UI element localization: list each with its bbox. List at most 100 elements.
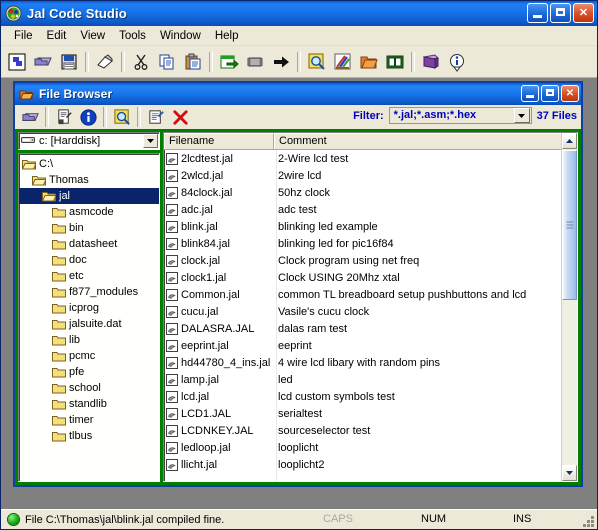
tree-node[interactable]: f877_modules	[19, 284, 159, 300]
table-row[interactable]: lamp.jal led	[164, 371, 577, 388]
table-row[interactable]: lcd.jal lcd custom symbols test	[164, 388, 577, 405]
tree-node[interactable]: jalsuite.dat	[19, 316, 159, 332]
print-icon[interactable]	[92, 49, 118, 75]
tree-node-label: pfe	[69, 366, 85, 378]
table-row[interactable]: clock.jal Clock program using net freq	[164, 252, 577, 269]
menu-view[interactable]: View	[73, 28, 112, 44]
preview-icon[interactable]	[110, 106, 134, 128]
tree-node[interactable]: pfe	[19, 364, 159, 380]
delete-icon[interactable]	[168, 106, 192, 128]
open-file-icon[interactable]	[30, 49, 56, 75]
tree-node[interactable]: C:\	[19, 156, 159, 172]
table-row[interactable]: adc.jal adc test	[164, 201, 577, 218]
open-folder-icon[interactable]	[18, 106, 42, 128]
scroll-up-button[interactable]	[562, 133, 577, 149]
library-icon[interactable]	[418, 49, 444, 75]
chevron-down-icon[interactable]	[513, 108, 530, 123]
file-list-header: Filename Comment	[164, 133, 577, 150]
tree-node[interactable]: etc	[19, 268, 159, 284]
app-title: Jal Code Studio	[27, 6, 127, 21]
tree-node[interactable]: school	[19, 380, 159, 396]
book-open-icon[interactable]	[382, 49, 408, 75]
file-name-text: ledloop.jal	[181, 441, 231, 454]
tree-node[interactable]: datasheet	[19, 236, 159, 252]
table-row[interactable]: 2wlcd.jal 2wire lcd	[164, 167, 577, 184]
scroll-down-button[interactable]	[562, 465, 577, 481]
table-row[interactable]: Common.jal common TL breadboard setup pus…	[164, 286, 577, 303]
about-info-icon[interactable]	[444, 49, 470, 75]
drive-chevron-down-icon[interactable]	[143, 134, 158, 148]
tree-node[interactable]: standlib	[19, 396, 159, 412]
menu-window[interactable]: Window	[153, 28, 208, 44]
table-row[interactable]: LCDNKEY.JAL sourceselector test	[164, 422, 577, 439]
chip-icon[interactable]	[242, 49, 268, 75]
table-row[interactable]: DALASRA.JAL dalas ram test	[164, 320, 577, 337]
tree-node[interactable]: lib	[19, 332, 159, 348]
table-row[interactable]: ledloop.jal looplicht	[164, 439, 577, 456]
child-maximize-button[interactable]	[541, 85, 559, 102]
menu-tools[interactable]: Tools	[112, 28, 153, 44]
file-browser-icon[interactable]	[356, 49, 382, 75]
directory-tree[interactable]: C:\ Thomas jal asmcode bin datasheet doc etc f87…	[18, 153, 160, 482]
tree-node[interactable]: doc	[19, 252, 159, 268]
maximize-button[interactable]	[550, 3, 571, 23]
status-ins: INS	[513, 513, 532, 525]
table-row[interactable]: clock1.jal Clock USING 20Mhz xtal	[164, 269, 577, 286]
column-header-filename[interactable]: Filename	[164, 133, 274, 149]
minimize-button[interactable]	[527, 3, 548, 23]
table-row[interactable]: eeprint.jal eeprint	[164, 337, 577, 354]
file-count-label: 37 Files	[536, 109, 577, 122]
folder-window-icon	[19, 87, 34, 102]
file-name-text: lamp.jal	[181, 373, 219, 386]
table-row[interactable]: blink.jal blinking led example	[164, 218, 577, 235]
status-led-icon	[8, 514, 19, 525]
child-close-button[interactable]: ✕	[561, 85, 579, 102]
table-row[interactable]: 84clock.jal 50hz clock	[164, 184, 577, 201]
table-row[interactable]: LCD1.JAL serialtest	[164, 405, 577, 422]
folder-icon	[52, 270, 66, 282]
file-listview[interactable]: Filename Comment 2lcdtest.jal 2-Wire lcd …	[163, 132, 578, 482]
tree-node[interactable]: jal	[19, 188, 159, 204]
table-row[interactable]: blink84.jal blinking led for pic16f84	[164, 235, 577, 252]
tree-node[interactable]: icprog	[19, 300, 159, 316]
folder-icon	[52, 430, 66, 442]
menu-file[interactable]: File	[7, 28, 40, 44]
table-row[interactable]: 2lcdtest.jal 2-Wire lcd test	[164, 150, 577, 167]
tree-node[interactable]: tlbus	[19, 428, 159, 444]
file-list-scrollbar[interactable]	[561, 133, 577, 481]
table-row[interactable]: hd44780_4_ins.jal 4 wire lcd libary with …	[164, 354, 577, 371]
drive-combobox[interactable]: c: [Harddisk]	[18, 132, 160, 150]
filter-combobox[interactable]: *.jal;*.asm;*.hex	[388, 107, 532, 124]
file-name-cell: blink84.jal	[164, 237, 274, 250]
save-file-icon[interactable]	[56, 49, 82, 75]
menu-edit[interactable]: Edit	[40, 28, 74, 44]
compile-icon[interactable]	[216, 49, 242, 75]
table-row[interactable]: cucu.jal Vasile's cucu clock	[164, 303, 577, 320]
tools-icon[interactable]	[330, 49, 356, 75]
copy-icon[interactable]	[154, 49, 180, 75]
file-name-cell: llicht.jal	[164, 458, 274, 471]
tree-node[interactable]: asmcode	[19, 204, 159, 220]
run-arrow-icon[interactable]	[268, 49, 294, 75]
column-header-comment[interactable]: Comment	[274, 133, 577, 149]
cut-icon[interactable]	[128, 49, 154, 75]
scrollbar-thumb[interactable]	[562, 150, 577, 300]
file-properties-icon[interactable]	[52, 106, 76, 128]
new-file-icon[interactable]	[4, 49, 30, 75]
child-minimize-button[interactable]	[521, 85, 539, 102]
tree-node[interactable]: bin	[19, 220, 159, 236]
table-row[interactable]: llicht.jal looplicht2	[164, 456, 577, 473]
file-name-cell: 84clock.jal	[164, 186, 274, 199]
tree-node[interactable]: Thomas	[19, 172, 159, 188]
tree-node[interactable]: pcmc	[19, 348, 159, 364]
tree-node[interactable]: timer	[19, 412, 159, 428]
find-icon[interactable]	[304, 49, 330, 75]
resize-grip[interactable]	[581, 514, 595, 528]
close-button[interactable]: ✕	[573, 3, 594, 23]
tree-node-label: icprog	[69, 302, 99, 314]
info-icon[interactable]	[76, 106, 100, 128]
paste-icon[interactable]	[180, 49, 206, 75]
toolbar-separator	[411, 51, 415, 72]
edit-properties-icon[interactable]	[144, 106, 168, 128]
menu-help[interactable]: Help	[208, 28, 246, 44]
